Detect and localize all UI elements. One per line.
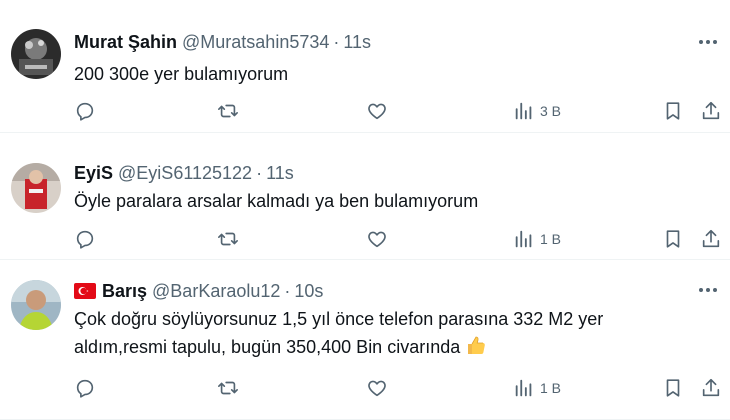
views-icon <box>515 379 532 397</box>
retweet-icon <box>218 232 238 246</box>
reply-button[interactable] <box>74 373 96 403</box>
reply-icon <box>76 102 94 121</box>
tweet[interactable]: Barış @BarKaraolu12 · 10s Çok doğru söyl… <box>0 260 730 420</box>
bookmark-icon <box>666 102 680 120</box>
heart-icon <box>368 231 386 248</box>
tweet-header: Murat Şahin @Muratsahin5734 · 11s <box>74 30 690 54</box>
heart-icon <box>368 103 386 120</box>
reply-icon <box>76 379 94 398</box>
tweet-header: EyiS @EyiS61125122 · 11s <box>74 161 690 185</box>
avatar[interactable] <box>11 280 61 330</box>
share-icon <box>702 229 720 248</box>
user-name[interactable]: Murat Şahin <box>74 32 177 53</box>
bookmark-button[interactable] <box>662 224 684 254</box>
retweet-button[interactable] <box>217 96 239 126</box>
tweet-text: Çok doğru söylüyorsunuz 1,5 yıl önce tel… <box>74 305 670 364</box>
more-icon[interactable] <box>698 32 718 52</box>
bookmark-button[interactable] <box>662 96 684 126</box>
retweet-button[interactable] <box>217 373 239 403</box>
timestamp[interactable]: 10s <box>294 281 323 302</box>
views-icon <box>515 102 532 120</box>
share-button[interactable] <box>700 224 722 254</box>
separator-dot: · <box>256 162 263 183</box>
views-count: 1 B <box>540 231 562 247</box>
retweet-icon <box>218 381 238 395</box>
user-handle[interactable]: @BarKaraolu12 <box>152 281 280 302</box>
thumbs-up-icon <box>465 334 487 364</box>
views-button[interactable]: 3 B <box>513 96 561 126</box>
views-count: 3 B <box>540 103 562 119</box>
retweet-icon <box>218 104 238 118</box>
action-bar: 1 B <box>72 224 722 254</box>
separator-dot: · <box>333 31 340 52</box>
reply-button[interactable] <box>74 224 96 254</box>
reply-icon <box>76 230 94 249</box>
views-button[interactable]: 1 B <box>513 373 561 403</box>
like-button[interactable] <box>366 96 388 126</box>
avatar[interactable] <box>11 163 61 213</box>
user-handle[interactable]: @EyiS61125122 <box>118 163 252 184</box>
tweet-text-content: Çok doğru söylüyorsunuz 1,5 yıl önce tel… <box>74 309 604 357</box>
share-icon <box>702 101 720 120</box>
timestamp[interactable]: 11s <box>343 32 371 53</box>
tweet-text: Öyle paralara arsalar kalmadı ya ben bul… <box>74 187 690 215</box>
like-button[interactable] <box>366 373 388 403</box>
bookmark-icon <box>666 230 680 248</box>
tweet-header: Barış @BarKaraolu12 · 10s <box>74 279 690 303</box>
separator-dot: · <box>284 280 291 301</box>
tweet-text-content: 200 300e yer bulamıyorum <box>74 64 289 84</box>
more-icon[interactable] <box>698 280 718 300</box>
tweet[interactable]: Murat Şahin @Muratsahin5734 · 11s 200 30… <box>0 0 730 133</box>
views-count: 1 B <box>540 380 562 396</box>
share-button[interactable] <box>700 96 722 126</box>
views-button[interactable]: 1 B <box>513 224 561 254</box>
share-button[interactable] <box>700 373 722 403</box>
tweet[interactable]: EyiS @EyiS61125122 · 11s Öyle paralara a… <box>0 133 730 260</box>
share-icon <box>702 378 720 397</box>
user-handle[interactable]: @Muratsahin5734 <box>182 32 329 53</box>
views-icon <box>515 230 532 248</box>
avatar[interactable] <box>11 29 61 79</box>
like-button[interactable] <box>366 224 388 254</box>
turkey-flag-icon <box>74 283 96 299</box>
bookmark-icon <box>666 379 680 397</box>
tweet-text-content: Öyle paralara arsalar kalmadı ya ben bul… <box>74 191 479 211</box>
timestamp[interactable]: 11s <box>266 163 294 184</box>
action-bar: 3 B <box>72 96 722 126</box>
retweet-button[interactable] <box>217 224 239 254</box>
user-name[interactable]: Barış <box>102 281 147 302</box>
bookmark-button[interactable] <box>662 373 684 403</box>
heart-icon <box>368 380 386 397</box>
user-name[interactable]: EyiS <box>74 163 113 184</box>
action-bar: 1 B <box>72 373 722 403</box>
reply-button[interactable] <box>74 96 96 126</box>
tweet-text: 200 300e yer bulamıyorum <box>74 60 690 88</box>
